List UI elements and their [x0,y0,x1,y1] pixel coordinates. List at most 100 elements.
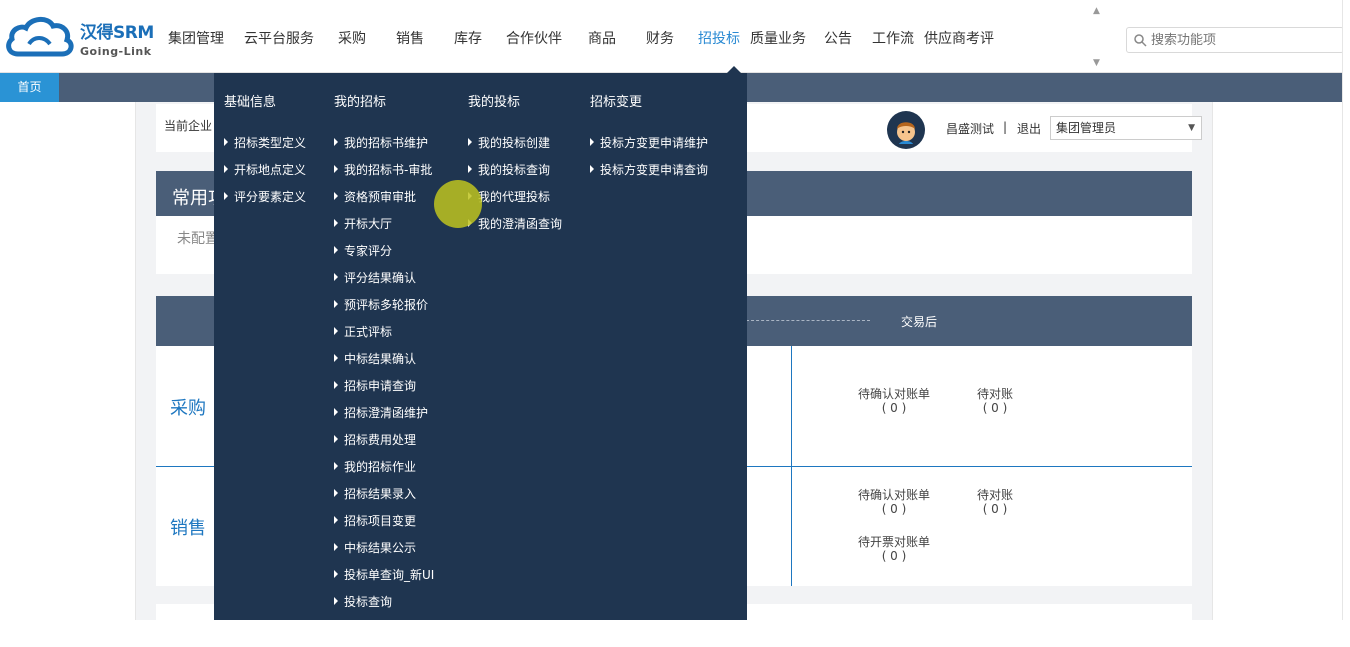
bidding-dropdown-menu: 基础信息 招标类型定义 开标地点定义 评分要素定义 我的招标 我的招标书维护 我… [214,66,747,636]
menu-item-label: 评分结果确认 [344,271,417,285]
sales-pending-invoice-statement[interactable]: 待开票对账单 ( 0 ) [858,535,930,563]
nav-item-bidding[interactable]: 招投标 [688,0,750,73]
caret-right-icon [334,138,338,146]
logo-title: 汉得SRM [80,23,154,43]
menu-item[interactable]: 我的招标书维护 [334,134,440,161]
dropdown-notch [727,66,741,73]
menu-item-label: 投标方变更申请维护 [600,136,709,150]
menu-item-label: 我的投标查询 [478,163,551,177]
dropdown-column-tender-change: 招标变更 投标方变更申请维护 投标方变更申请查询 [590,91,708,188]
page-scrollbar[interactable] [1342,0,1350,620]
menu-item[interactable]: 投标查询 [334,593,440,620]
nav-item-partners[interactable]: 合作伙伴 [496,0,572,73]
menu-item-label: 我的代理投标 [478,190,551,204]
menu-item[interactable]: 专家评分 [334,242,440,269]
purchase-pending-confirm-statement[interactable]: 待确认对账单 ( 0 ) [858,387,930,415]
menu-item[interactable]: 我的投标创建 [468,134,562,161]
caret-right-icon [334,462,338,470]
nav-item-inventory[interactable]: 库存 [440,0,496,73]
stat-label: 待确认对账单 [858,488,931,502]
menu-item[interactable]: 招标费用处理 [334,431,440,458]
menu-item[interactable]: 正式评标 [334,323,440,350]
menu-item[interactable]: 资格预审审批 [334,188,440,215]
sales-row-label[interactable]: 销售 [170,514,206,540]
menu-item[interactable]: 预评标多轮报价 [334,296,440,323]
nav-scroll-up-icon[interactable]: ▲ [1093,6,1100,16]
menu-item-label: 投标单查询_新UI [344,568,435,582]
menu-item[interactable]: 我的投标查询 [468,161,562,188]
caret-right-icon [334,354,338,362]
menu-item-label: 招标结果（昌盛） [344,622,441,636]
caret-right-icon [468,138,472,146]
menu-item-label: 我的招标书维护 [344,136,429,150]
nav-item-sales[interactable]: 销售 [380,0,440,73]
menu-item[interactable]: 投标方变更申请维护 [590,134,708,161]
caret-right-icon [334,489,338,497]
current-company-label: 当前企业 [164,119,213,133]
nav-item-supplier-eval[interactable]: 供应商考评 [920,0,998,73]
caret-right-icon [334,624,338,632]
role-select[interactable]: 集团管理员 ▼ [1050,116,1202,140]
menu-item[interactable]: 招标项目变更 [334,512,440,539]
menu-item[interactable]: 招标类型定义 [224,134,306,161]
nav-item-products[interactable]: 商品 [572,0,632,73]
nav-item-announcement[interactable]: 公告 [810,0,866,73]
menu-item-label: 中标结果公示 [344,541,417,555]
caret-right-icon [334,516,338,524]
caret-right-icon [334,192,338,200]
menu-item[interactable]: 招标申请查询 [334,377,440,404]
nav-scroll-down-icon[interactable]: ▼ [1093,58,1100,68]
purchase-pending-reconcile[interactable]: 待对账 ( 0 ) [977,387,1013,415]
caret-right-icon [334,219,338,227]
nav-item-purchase[interactable]: 采购 [324,0,380,73]
nav-item-workflow[interactable]: 工作流 [866,0,920,73]
purchase-row-label[interactable]: 采购 [170,394,206,420]
menu-item[interactable]: 招标结果录入 [334,485,440,512]
stat-label: 待对账 [977,488,1014,502]
nav-item-group-mgmt[interactable]: 集团管理 [158,0,234,73]
caret-right-icon [590,165,594,173]
menu-item[interactable]: 开标地点定义 [224,161,306,188]
sales-pending-reconcile[interactable]: 待对账 ( 0 ) [977,488,1013,516]
menu-item[interactable]: 投标方变更申请查询 [590,161,708,188]
column-title: 招标变更 [590,95,643,110]
menu-item[interactable]: 开标大厅 [334,215,440,242]
trade-stage-divider [746,320,870,321]
caret-right-icon [224,165,228,173]
menu-item[interactable]: 投标单查询_新UI [334,566,440,593]
logo[interactable]: 汉得SRM Going-Link [4,12,154,64]
menu-item[interactable]: 我的澄清函查询 [468,215,562,242]
main-nav: 集团管理 云平台服务 采购 销售 库存 合作伙伴 商品 财务 招投标 质量业务 … [158,0,998,73]
caret-right-icon [334,570,338,578]
tab-home[interactable]: 首页 [0,73,59,102]
search-input[interactable] [1151,31,1336,49]
menu-item[interactable]: 招标澄清函维护 [334,404,440,431]
dropdown-column-my-tenders: 我的招标 我的招标书维护 我的招标书-审批 资格预审审批 开标大厅 专家评分 评… [334,91,440,647]
cloud-logo-icon [6,17,74,57]
nav-item-quality[interactable]: 质量业务 [750,0,810,73]
caret-right-icon [334,246,338,254]
menu-item-label: 招标费用处理 [344,433,417,447]
menu-item-label: 预评标多轮报价 [344,298,429,312]
menu-item[interactable]: 评分要素定义 [224,188,306,215]
menu-item[interactable]: 我的代理投标 [468,188,562,215]
stat-label: 待确认对账单 [858,387,931,401]
caret-right-icon [334,327,338,335]
menu-item[interactable]: 我的招标书-审批 [334,161,440,188]
after-trade-label: 交易后 [901,315,938,329]
nav-item-cloud-platform[interactable]: 云平台服务 [234,0,324,73]
menu-item[interactable]: 中标结果公示 [334,539,440,566]
menu-item[interactable]: 中标结果确认 [334,350,440,377]
menu-item[interactable]: 招标结果（昌盛） [334,620,440,647]
sales-pending-confirm-statement[interactable]: 待确认对账单 ( 0 ) [858,488,930,516]
menu-item-label: 招标项目变更 [344,514,417,528]
logout-link[interactable]: 退出 [1017,120,1041,137]
nav-item-finance[interactable]: 财务 [632,0,688,73]
menu-item-label: 开标地点定义 [234,163,307,177]
search-icon [1134,34,1147,47]
menu-item-label: 资格预审审批 [344,190,417,204]
menu-item-label: 中标结果确认 [344,352,417,366]
menu-item[interactable]: 我的招标作业 [334,458,440,485]
menu-item[interactable]: 评分结果确认 [334,269,440,296]
user-avatar[interactable] [886,110,926,150]
